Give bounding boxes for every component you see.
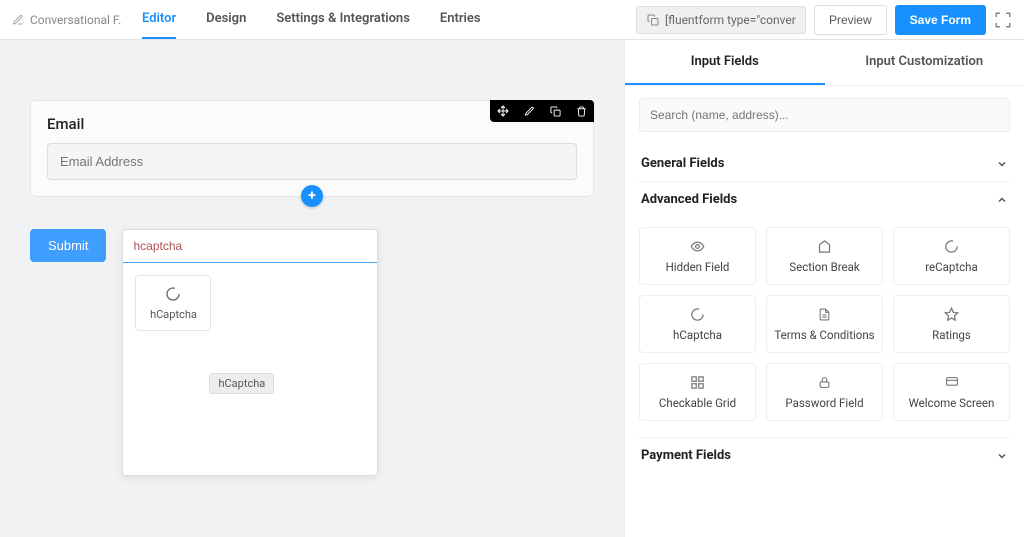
section-label: Payment Fields xyxy=(641,448,731,463)
item-welcome-screen[interactable]: Welcome Screen xyxy=(893,363,1010,421)
advanced-field-grid: Hidden Field Section Break reCaptcha hCa… xyxy=(639,217,1010,437)
top-right: [fluentform type="conver Preview Save Fo… xyxy=(636,5,1012,35)
section-label: Advanced Fields xyxy=(641,192,737,207)
tab-settings[interactable]: Settings & Integrations xyxy=(276,0,410,39)
grid-icon xyxy=(690,375,705,391)
item-terms-conditions[interactable]: Terms & Conditions xyxy=(766,295,883,353)
save-button[interactable]: Save Form xyxy=(895,5,986,35)
eye-icon xyxy=(690,239,705,255)
lock-icon xyxy=(818,375,831,391)
result-tooltip: hCaptcha xyxy=(209,373,274,394)
tab-entries[interactable]: Entries xyxy=(440,0,481,39)
section-advanced-fields[interactable]: Advanced Fields xyxy=(639,181,1010,217)
result-label: hCaptcha xyxy=(150,308,197,321)
fullscreen-icon[interactable] xyxy=(994,11,1012,29)
section-general-fields[interactable]: General Fields xyxy=(639,146,1010,181)
sidebar-search-input[interactable] xyxy=(639,98,1010,132)
item-hcaptcha[interactable]: hCaptcha xyxy=(639,295,756,353)
item-section-break[interactable]: Section Break xyxy=(766,227,883,285)
search-results: hCaptcha hCaptcha xyxy=(123,275,377,475)
item-hidden-field[interactable]: Hidden Field xyxy=(639,227,756,285)
duplicate-icon[interactable] xyxy=(542,100,568,122)
item-ratings[interactable]: Ratings xyxy=(893,295,1010,353)
email-field-card[interactable]: Email + xyxy=(30,100,594,197)
spinner-icon xyxy=(165,286,181,302)
result-hcaptcha[interactable]: hCaptcha xyxy=(135,275,211,331)
star-icon xyxy=(944,307,959,323)
shortcode-text: [fluentform type="conver xyxy=(665,13,796,27)
copy-icon xyxy=(647,14,659,26)
submit-button[interactable]: Submit xyxy=(30,229,106,262)
form-name-text: Conversational F... xyxy=(30,13,122,27)
section-payment-fields[interactable]: Payment Fields xyxy=(639,437,1010,473)
screen-icon xyxy=(944,375,960,391)
submit-row: Submit hCaptcha hCaptcha xyxy=(30,229,594,476)
form-name[interactable]: Conversational F... xyxy=(12,13,122,27)
tab-input-fields[interactable]: Input Fields xyxy=(625,40,825,85)
shortcode-box[interactable]: [fluentform type="conver xyxy=(636,6,806,34)
preview-button[interactable]: Preview xyxy=(814,5,887,35)
spinner-icon xyxy=(690,307,705,323)
tab-editor[interactable]: Editor xyxy=(142,0,176,39)
email-input-preview[interactable] xyxy=(47,143,577,180)
item-recaptcha[interactable]: reCaptcha xyxy=(893,227,1010,285)
pencil-icon xyxy=(12,14,24,26)
edit-icon[interactable] xyxy=(516,100,542,122)
field-search-input[interactable] xyxy=(123,230,377,263)
sidebar-tabs: Input Fields Input Customization xyxy=(625,40,1024,86)
add-field-button[interactable]: + xyxy=(301,185,323,207)
sidebar-content: General Fields Advanced Fields Hidden Fi… xyxy=(625,86,1024,485)
spinner-icon xyxy=(944,239,959,255)
item-password-field[interactable]: Password Field xyxy=(766,363,883,421)
section-icon xyxy=(817,239,832,255)
document-icon xyxy=(818,307,831,323)
delete-icon[interactable] xyxy=(568,100,594,122)
field-toolbar xyxy=(490,100,594,122)
field-search-popover: hCaptcha hCaptcha xyxy=(122,229,378,476)
canvas-area: Email + Submit hCaptcha hCaptcha xyxy=(0,40,624,537)
chevron-down-icon xyxy=(996,158,1008,170)
move-icon[interactable] xyxy=(490,100,516,122)
sidebar: Input Fields Input Customization General… xyxy=(624,40,1024,537)
main-tabs: Editor Design Settings & Integrations En… xyxy=(142,0,481,39)
chevron-down-icon xyxy=(996,450,1008,462)
item-checkable-grid[interactable]: Checkable Grid xyxy=(639,363,756,421)
main-area: Email + Submit hCaptcha hCaptcha xyxy=(0,40,1024,537)
tab-input-customization[interactable]: Input Customization xyxy=(825,40,1024,85)
chevron-up-icon xyxy=(996,194,1008,206)
section-label: General Fields xyxy=(641,156,724,171)
tab-design[interactable]: Design xyxy=(206,0,246,39)
top-bar: Conversational F... Editor Design Settin… xyxy=(0,0,1024,40)
